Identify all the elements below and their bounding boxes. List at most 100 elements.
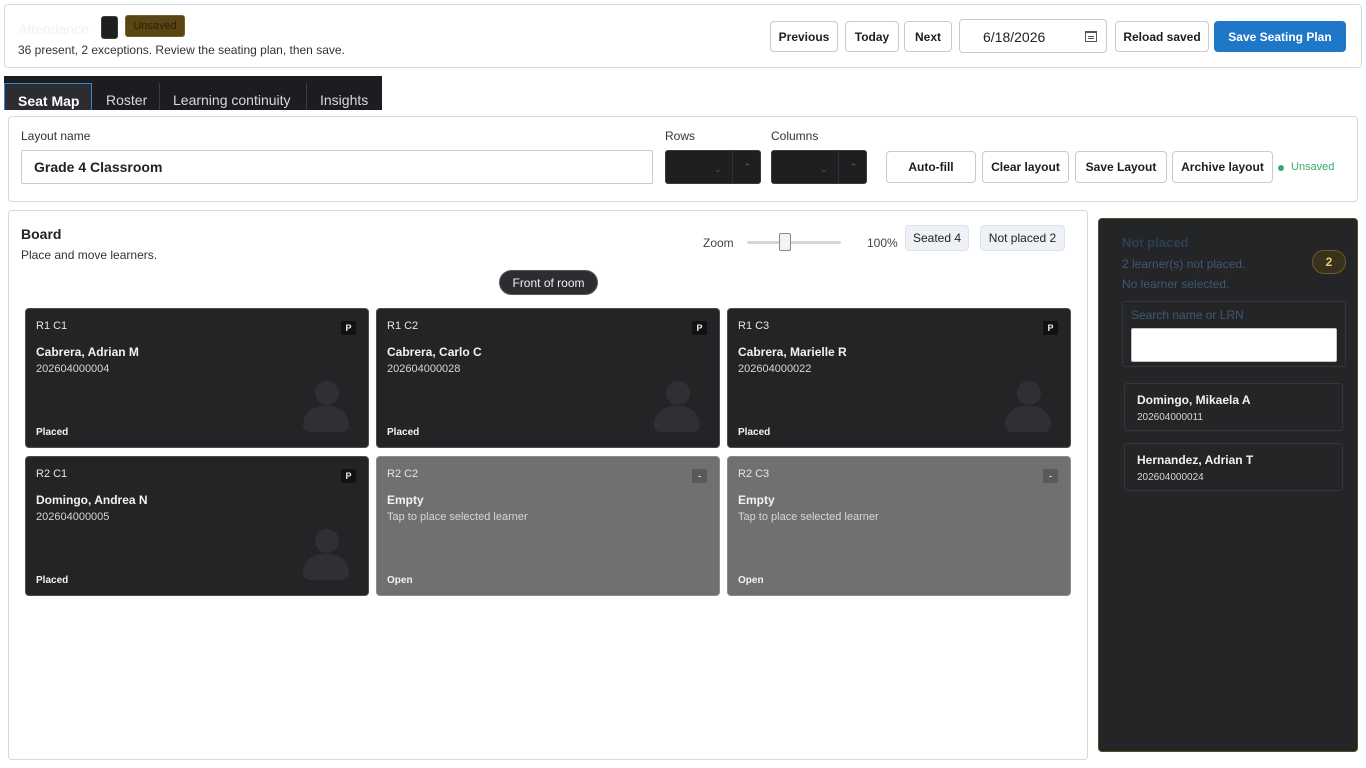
seat-board: Board Place and move learners. Zoom 100%… <box>8 210 1088 760</box>
tab-roster[interactable]: Roster <box>92 83 160 110</box>
zoom-slider[interactable] <box>747 241 841 244</box>
avatar-icon <box>1004 381 1054 435</box>
save-layout-button[interactable]: Save Layout <box>1075 151 1167 183</box>
avatar-icon <box>653 381 703 435</box>
seat-status: Placed <box>36 427 69 438</box>
seat-card[interactable]: R2 C1 P Domingo, Andrea N 202604000005 Place… <box>25 456 369 596</box>
board-title: Board <box>21 226 62 242</box>
tab-seat-map[interactable]: Seat Map <box>4 83 92 110</box>
unsaved-dot-icon <box>1278 165 1284 171</box>
learner-name: Cabrera, Adrian M <box>36 345 139 359</box>
seat-card[interactable]: R1 C1 P Cabrera, Adrian M 202604000004 Place… <box>25 308 369 448</box>
layout-status: Unsaved <box>1291 161 1335 173</box>
today-button[interactable]: Today <box>845 21 899 52</box>
selection-status: No learner selected. <box>1122 277 1230 291</box>
avatar-body <box>303 406 349 432</box>
seat-status: Open <box>738 575 764 586</box>
search-label: Search name or LRN <box>1131 308 1244 322</box>
tab-bar: Seat Map Roster Learning continuity Insi… <box>4 76 382 110</box>
seat-status: Open <box>387 575 413 586</box>
avatar-head <box>315 381 339 405</box>
seat-card[interactable]: R1 C2 P Cabrera, Carlo C 202604000028 Placed <box>376 308 720 448</box>
date-value: 6/18/2026 <box>983 29 1046 45</box>
zoom-label: Zoom <box>703 236 734 250</box>
learner-lrn: 202604000004 <box>36 363 110 375</box>
avatar-body <box>303 554 349 580</box>
seat-status: Placed <box>738 427 771 438</box>
zoom-value: 100% <box>867 236 898 250</box>
rows-label: Rows <box>665 129 696 143</box>
learner-name: Empty <box>738 493 775 507</box>
seat-card[interactable]: R1 C3 P Cabrera, Marielle R 202604000022 Pla… <box>727 308 1071 448</box>
attendance-header: Attendance Unsaved 36 present, 2 excepti… <box>4 4 1362 68</box>
next-button[interactable]: Next <box>904 21 952 52</box>
chevron-down-icon[interactable]: ⌄ <box>714 164 722 175</box>
auto-fill-button[interactable]: Auto-fill <box>886 151 976 183</box>
not-placed-title: Not placed <box>1122 235 1189 250</box>
seat-card[interactable]: R2 C3 - Empty Tap to place selected learner… <box>727 456 1071 596</box>
avatar-head <box>315 529 339 553</box>
not-placed-count-chip[interactable]: Not placed 2 <box>980 225 1065 251</box>
learner-name: Cabrera, Marielle R <box>738 345 847 359</box>
avatar-body <box>1005 406 1051 432</box>
page-title: Attendance <box>18 21 89 37</box>
zoom-slider-thumb[interactable] <box>778 233 791 251</box>
date-input[interactable]: 6/18/2026 <box>959 19 1107 53</box>
avatar-head <box>666 381 690 405</box>
seat-status-badge: - <box>692 469 707 483</box>
avatar-body <box>654 406 700 432</box>
tab-learning-continuity[interactable]: Learning continuity <box>160 83 306 110</box>
seat-position: R2 C2 <box>387 468 419 480</box>
learner-lrn: 202604000011 <box>1137 412 1203 423</box>
front-of-room-marker: Front of room <box>499 270 598 295</box>
archive-layout-button[interactable]: Archive layout <box>1172 151 1273 183</box>
seat-status-badge: P <box>341 321 356 335</box>
chevron-up-icon[interactable]: ⌃ <box>732 151 762 183</box>
seat-position: R2 C3 <box>738 468 770 480</box>
learner-name: Domingo, Andrea N <box>36 493 148 507</box>
layout-settings: Layout name Rows ⌄ ⌃ Columns ⌄ ⌃ Auto-fi… <box>8 116 1358 202</box>
seat-status: Placed <box>387 427 420 438</box>
columns-label: Columns <box>771 129 819 143</box>
learner-lrn: 202604000022 <box>738 363 812 375</box>
not-placed-item[interactable]: Domingo, Mikaela A 202604000011 <box>1124 383 1343 431</box>
seated-count-chip[interactable]: Seated 4 <box>905 225 969 251</box>
seat-status: Placed <box>36 575 69 586</box>
search-input[interactable] <box>1131 328 1337 362</box>
seat-position: R2 C1 <box>36 468 68 480</box>
seat-status-badge: P <box>341 469 356 483</box>
previous-button[interactable]: Previous <box>770 21 838 52</box>
calendar-icon[interactable] <box>1085 31 1097 42</box>
avatar-head <box>1017 381 1041 405</box>
not-placed-count-badge: 2 <box>1312 250 1346 274</box>
seat-card[interactable]: R2 C2 - Empty Tap to place selected learner… <box>376 456 720 596</box>
chevron-up-icon[interactable]: ⌃ <box>838 151 868 183</box>
save-seating-plan-button[interactable]: Save Seating Plan <box>1214 21 1346 52</box>
seat-status-badge: - <box>1043 469 1058 483</box>
seat-position: R1 C3 <box>738 320 770 332</box>
clear-layout-button[interactable]: Clear layout <box>982 151 1069 183</box>
learner-lrn: Tap to place selected learner <box>387 511 528 523</box>
reload-saved-button[interactable]: Reload saved <box>1115 21 1209 52</box>
columns-stepper[interactable]: ⌄ ⌃ <box>771 150 867 184</box>
learner-name: Empty <box>387 493 424 507</box>
board-subtitle: Place and move learners. <box>21 248 158 262</box>
learner-lrn: 202604000005 <box>36 511 110 523</box>
layout-name-input[interactable] <box>21 150 653 184</box>
seat-position: R1 C2 <box>387 320 419 332</box>
learner-lrn: 202604000028 <box>387 363 461 375</box>
learner-name: Domingo, Mikaela A <box>1137 393 1251 407</box>
learner-search: Search name or LRN <box>1122 301 1346 367</box>
avatar-icon <box>302 529 352 583</box>
not-placed-panel: Not placed 2 2 learner(s) not placed. No… <box>1098 218 1358 752</box>
status-badge: Unsaved <box>125 15 185 37</box>
not-placed-summary: 2 learner(s) not placed. <box>1122 257 1246 271</box>
rows-stepper[interactable]: ⌄ ⌃ <box>665 150 761 184</box>
learner-name: Cabrera, Carlo C <box>387 345 482 359</box>
seat-status-badge: P <box>1043 321 1058 335</box>
tab-insights[interactable]: Insights <box>307 83 382 110</box>
not-placed-item[interactable]: Hernandez, Adrian T 202604000024 <box>1124 443 1343 491</box>
chevron-down-icon[interactable]: ⌄ <box>820 164 828 175</box>
learner-name: Hernandez, Adrian T <box>1137 453 1254 467</box>
learner-lrn: Tap to place selected learner <box>738 511 879 523</box>
